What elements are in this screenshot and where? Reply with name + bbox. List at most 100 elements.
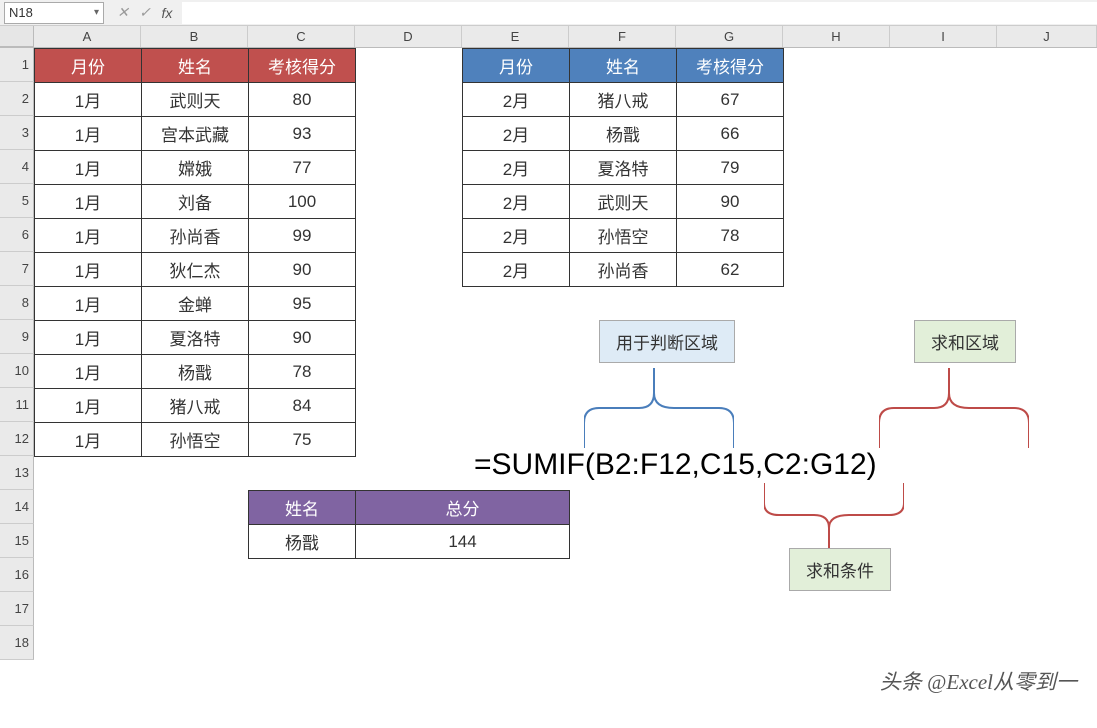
row-header-1[interactable]: 1 [0,48,34,82]
row-header-13[interactable]: 13 [0,456,34,490]
col-header-A[interactable]: A [34,26,141,47]
t1c[interactable]: 1月 [35,185,142,219]
t2c[interactable]: 猪八戒 [570,83,677,117]
t1c[interactable]: 杨戬 [142,355,249,389]
row-header-15[interactable]: 15 [0,524,34,558]
t2c[interactable]: 2月 [463,151,570,185]
t1c[interactable]: 1月 [35,355,142,389]
t1c[interactable]: 77 [249,151,356,185]
row-header-3[interactable]: 3 [0,116,34,150]
t2-h2[interactable]: 考核得分 [677,49,784,83]
row-header-14[interactable]: 14 [0,490,34,524]
t1c[interactable]: 1月 [35,423,142,457]
t1c[interactable]: 100 [249,185,356,219]
t1-h2[interactable]: 考核得分 [249,49,356,83]
col-header-J[interactable]: J [997,26,1097,47]
t2c[interactable]: 78 [677,219,784,253]
col-header-B[interactable]: B [141,26,248,47]
t1c[interactable]: 95 [249,287,356,321]
t2c[interactable]: 孙尚香 [570,253,677,287]
t2c[interactable]: 62 [677,253,784,287]
t2c[interactable]: 2月 [463,219,570,253]
t1c[interactable]: 80 [249,83,356,117]
row-header-16[interactable]: 16 [0,558,34,592]
t1c[interactable]: 刘备 [142,185,249,219]
t2c[interactable]: 武则天 [570,185,677,219]
t1c[interactable]: 1月 [35,151,142,185]
row-header-9[interactable]: 9 [0,320,34,354]
fx-icon[interactable]: fx [158,2,176,24]
t2c[interactable]: 夏洛特 [570,151,677,185]
formula-input[interactable] [182,2,1097,24]
t3-h0[interactable]: 姓名 [249,491,356,525]
accept-icon[interactable]: ✓ [136,2,154,24]
t1c[interactable]: 99 [249,219,356,253]
t1c[interactable]: 1月 [35,287,142,321]
t2c[interactable]: 90 [677,185,784,219]
t1c[interactable]: 狄仁杰 [142,253,249,287]
brace-blue-top-icon [584,368,734,448]
t1c[interactable]: 90 [249,253,356,287]
row-header-10[interactable]: 10 [0,354,34,388]
t1c[interactable]: 孙悟空 [142,423,249,457]
row-header-2[interactable]: 2 [0,82,34,116]
t2c[interactable]: 杨戬 [570,117,677,151]
name-box-dropdown-icon[interactable]: ▾ [94,7,99,18]
t1c[interactable]: 宫本武藏 [142,117,249,151]
formula-display: =SUMIF(B2:F12,C15,C2:G12) [474,448,877,482]
t2-h1[interactable]: 姓名 [570,49,677,83]
t1c[interactable]: 夏洛特 [142,321,249,355]
t1-h0[interactable]: 月份 [35,49,142,83]
t1c[interactable]: 孙尚香 [142,219,249,253]
cells-area[interactable]: 月份 姓名 考核得分 1月武则天80 1月宫本武藏93 1月嫦娥77 1月刘备1… [34,48,1097,728]
row-header-8[interactable]: 8 [0,286,34,320]
row-header-12[interactable]: 12 [0,422,34,456]
t2c[interactable]: 2月 [463,185,570,219]
col-header-G[interactable]: G [676,26,783,47]
t1c[interactable]: 1月 [35,389,142,423]
t1-h1[interactable]: 姓名 [142,49,249,83]
col-header-C[interactable]: C [248,26,355,47]
name-box[interactable]: N18 ▾ [4,2,104,24]
t1c[interactable]: 1月 [35,253,142,287]
t2-h0[interactable]: 月份 [463,49,570,83]
t1c[interactable]: 1月 [35,321,142,355]
t1c[interactable]: 猪八戒 [142,389,249,423]
t1c[interactable]: 78 [249,355,356,389]
row-header-17[interactable]: 17 [0,592,34,626]
t1c[interactable]: 1月 [35,83,142,117]
t1c[interactable]: 嫦娥 [142,151,249,185]
t1c[interactable]: 75 [249,423,356,457]
t2c[interactable]: 67 [677,83,784,117]
row-header-4[interactable]: 4 [0,150,34,184]
t2c[interactable]: 79 [677,151,784,185]
row-header-5[interactable]: 5 [0,184,34,218]
formula-bar-controls: ✕ ✓ fx [108,2,182,24]
col-header-H[interactable]: H [783,26,890,47]
row-header-18[interactable]: 18 [0,626,34,660]
col-header-I[interactable]: I [890,26,997,47]
t1c[interactable]: 金蝉 [142,287,249,321]
brace-red-bottom-icon [764,483,904,548]
t1c[interactable]: 84 [249,389,356,423]
t1c[interactable]: 1月 [35,219,142,253]
t2c[interactable]: 66 [677,117,784,151]
select-all-corner[interactable] [0,26,34,47]
row-header-7[interactable]: 7 [0,252,34,286]
col-header-D[interactable]: D [355,26,462,47]
t3c[interactable]: 杨戬 [249,525,356,559]
t2c[interactable]: 2月 [463,83,570,117]
t1c[interactable]: 90 [249,321,356,355]
t2c[interactable]: 孙悟空 [570,219,677,253]
t2c[interactable]: 2月 [463,253,570,287]
formula-bar: N18 ▾ ✕ ✓ fx [0,0,1097,26]
t1c[interactable]: 93 [249,117,356,151]
row-header-6[interactable]: 6 [0,218,34,252]
t1c[interactable]: 武则天 [142,83,249,117]
t1c[interactable]: 1月 [35,117,142,151]
row-header-11[interactable]: 11 [0,388,34,422]
col-header-F[interactable]: F [569,26,676,47]
col-header-E[interactable]: E [462,26,569,47]
t2c[interactable]: 2月 [463,117,570,151]
cancel-icon[interactable]: ✕ [114,2,132,24]
